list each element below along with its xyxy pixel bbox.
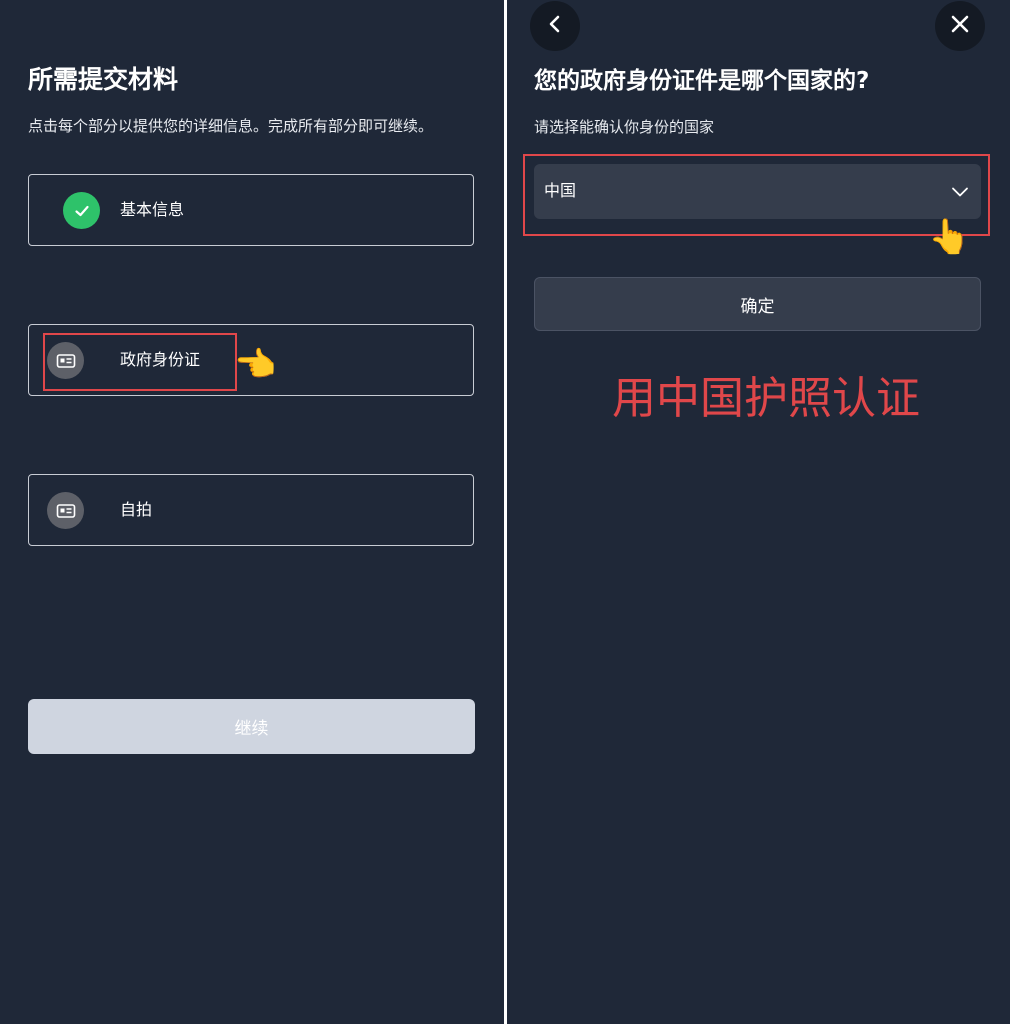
back-button[interactable] bbox=[530, 1, 580, 51]
continue-button[interactable]: 继续 bbox=[28, 699, 475, 754]
close-button[interactable] bbox=[935, 1, 985, 51]
chevron-down-icon bbox=[951, 183, 969, 205]
basic-info-label: 基本信息 bbox=[120, 200, 185, 219]
page-title: 所需提交材料 bbox=[28, 65, 179, 94]
close-icon bbox=[950, 14, 970, 38]
question-subtitle: 请选择能确认你身份的国家 bbox=[534, 118, 715, 136]
check-icon bbox=[63, 192, 100, 229]
question-title: 您的政府身份证件是哪个国家的? bbox=[534, 68, 870, 94]
id-card-icon bbox=[47, 342, 84, 379]
confirm-button[interactable]: 确定 bbox=[534, 277, 981, 331]
annotation-text: 用中国护照认证 bbox=[612, 373, 920, 424]
pointing-hand-icon: 👆 bbox=[928, 217, 971, 257]
country-select[interactable]: 中国 bbox=[534, 164, 981, 219]
requirements-screen: 所需提交材料 点击每个部分以提供您的详细信息。完成所有部分即可继续。 基本信息 … bbox=[0, 0, 504, 1024]
country-select-screen bbox=[507, 0, 1010, 1024]
selfie-card[interactable]: 自拍 bbox=[28, 474, 474, 546]
id-card-icon bbox=[47, 492, 84, 529]
basic-info-card[interactable]: 基本信息 bbox=[28, 174, 474, 246]
chevron-left-icon bbox=[545, 14, 565, 38]
pointing-hand-icon: 👈 bbox=[234, 345, 277, 385]
country-select-value: 中国 bbox=[544, 181, 577, 200]
page-subtitle: 点击每个部分以提供您的详细信息。完成所有部分即可继续。 bbox=[28, 117, 434, 135]
government-id-label: 政府身份证 bbox=[120, 350, 201, 369]
selfie-label: 自拍 bbox=[120, 500, 153, 519]
